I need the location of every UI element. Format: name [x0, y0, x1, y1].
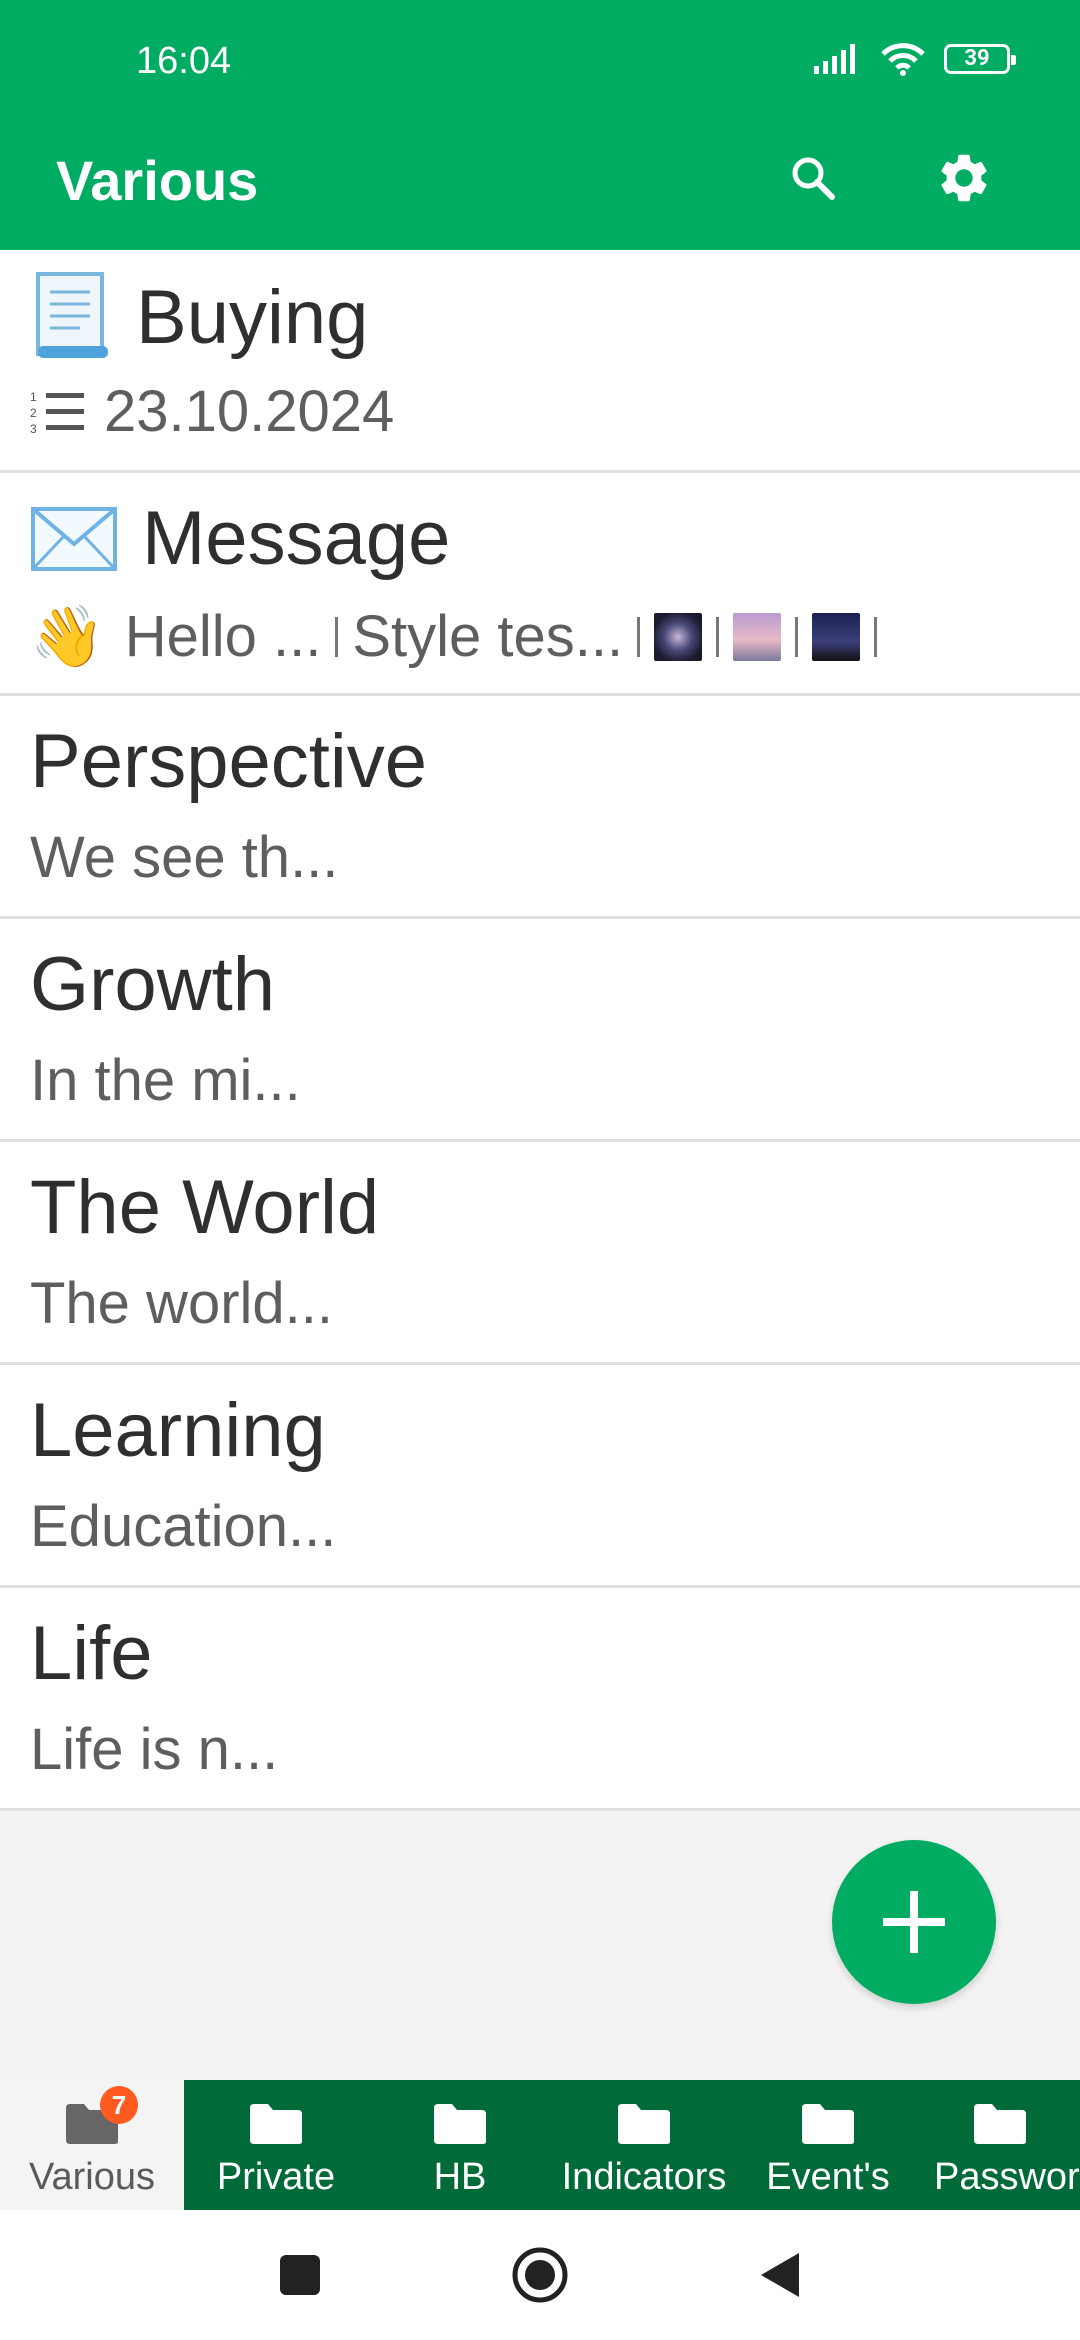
status-time: 16:04 — [136, 40, 232, 82]
message-preview-1: Hello ... — [124, 604, 322, 669]
tab-indicators[interactable]: Indicators — [552, 2080, 736, 2210]
search-button[interactable] — [773, 138, 853, 218]
message-preview-2: Style tes... — [352, 604, 624, 669]
list-item[interactable]: Message 👋 Hello ... Style tes... — [0, 473, 1080, 696]
document-icon — [36, 272, 108, 358]
signal-icon — [814, 44, 855, 74]
tab-private[interactable]: Private — [184, 2080, 368, 2210]
note-subtitle: 1 2 3 23.10.2024 — [30, 378, 394, 445]
screen: 16:04 39 Various Buying 1 2 3 23.10.2024… — [0, 0, 1080, 2340]
tab-various[interactable]: 7 Various — [0, 2080, 184, 2210]
app-bar: 16:04 39 Various — [0, 0, 1080, 250]
note-title: Message — [30, 495, 450, 582]
tab-badge: 7 — [100, 2086, 138, 2124]
folder-icon — [434, 2104, 486, 2144]
note-subtitle: 👋 Hello ... Style tes... — [30, 601, 878, 672]
separator — [335, 616, 339, 657]
svg-text:1: 1 — [30, 390, 37, 404]
folder-icon — [802, 2104, 854, 2144]
note-title: The World — [30, 1165, 380, 1250]
home-circle-icon — [512, 2247, 568, 2303]
note-title: Perspective — [30, 719, 428, 804]
back-button[interactable] — [750, 2245, 810, 2305]
note-subtitle: In the mi... — [30, 1048, 301, 1113]
home-button[interactable] — [510, 2245, 570, 2305]
separator — [795, 616, 799, 657]
list-item[interactable]: Perspective We see th... — [0, 696, 1080, 919]
svg-text:3: 3 — [30, 422, 37, 435]
waving-hand-icon: 👋 — [30, 603, 105, 670]
separator — [637, 616, 641, 657]
tab-label: Private — [216, 2156, 336, 2198]
note-subtitle: Life is n... — [30, 1717, 279, 1782]
gear-icon — [941, 154, 987, 202]
separator — [716, 616, 720, 657]
note-title: Buying — [30, 272, 368, 362]
plus-icon — [883, 1891, 945, 1953]
list-item[interactable]: Learning Education... — [0, 1365, 1080, 1588]
tab-passwords[interactable]: Passwords — [920, 2080, 1080, 2210]
night-tree-thumbnail — [812, 612, 861, 661]
list-item[interactable]: Life Life is n... — [0, 1588, 1080, 1811]
folder-icon — [618, 2104, 670, 2144]
note-title-text: Buying — [136, 274, 369, 360]
search-icon — [792, 157, 835, 200]
note-subtitle: Education... — [30, 1494, 337, 1559]
tab-hb[interactable]: HB — [368, 2080, 552, 2210]
sunset-thumbnail — [733, 612, 782, 661]
notes-list: Buying 1 2 3 23.10.2024 Message 👋 Hello … — [0, 250, 1080, 1811]
folder-icon — [974, 2104, 1026, 2144]
note-title: Growth — [30, 942, 275, 1027]
separator — [874, 616, 878, 657]
tab-label: Indicators — [561, 2156, 727, 2198]
add-note-button[interactable] — [832, 1840, 996, 2004]
tab-label: Various — [28, 2156, 156, 2198]
note-title: Learning — [30, 1388, 326, 1473]
page-title: Various — [56, 149, 259, 212]
svg-text:2: 2 — [30, 406, 37, 420]
list-item[interactable]: Growth In the mi... — [0, 919, 1080, 1142]
status-icons: 39 — [814, 42, 1016, 76]
numbered-list-icon: 1 2 3 — [30, 390, 84, 435]
back-triangle-icon — [761, 2253, 799, 2297]
note-subtitle-text: 23.10.2024 — [104, 379, 395, 444]
list-item[interactable]: The World The world... — [0, 1142, 1080, 1365]
note-title-text: Message — [142, 496, 451, 581]
folder-icon — [250, 2104, 302, 2144]
recents-button[interactable] — [270, 2245, 330, 2305]
square-icon — [280, 2255, 320, 2295]
note-title: Life — [30, 1611, 153, 1696]
system-nav-bar — [0, 2210, 1080, 2340]
settings-button[interactable] — [924, 138, 1004, 218]
envelope-icon — [31, 506, 117, 571]
tab-label: Passwords — [934, 2156, 1080, 2198]
list-item[interactable]: Buying 1 2 3 23.10.2024 — [0, 250, 1080, 473]
category-tabs: 7 Various Private HB Indicators Event's … — [0, 2080, 1080, 2210]
wifi-icon — [881, 43, 925, 76]
battery-indicator: 39 — [944, 44, 1016, 74]
note-subtitle: The world... — [30, 1271, 333, 1336]
tab-label: Event's — [766, 2156, 890, 2198]
galaxy-thumbnail — [654, 612, 703, 661]
tab-label: HB — [433, 2156, 487, 2198]
tab-events[interactable]: Event's — [736, 2080, 920, 2210]
note-subtitle: We see th... — [30, 825, 339, 890]
